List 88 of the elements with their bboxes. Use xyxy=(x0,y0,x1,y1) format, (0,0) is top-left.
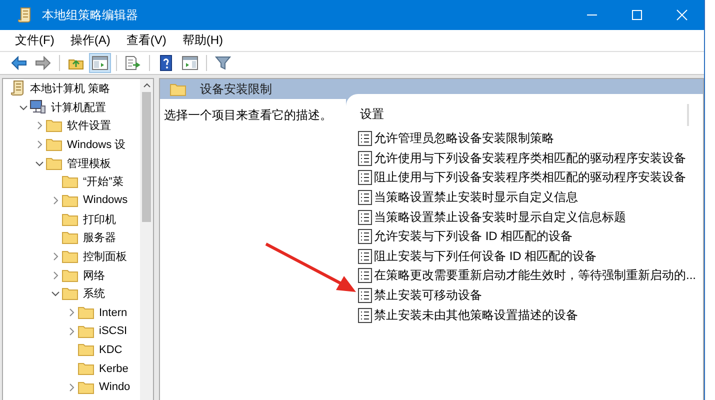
scroll-icon xyxy=(11,80,25,96)
window-title: 本地组策略编辑器 xyxy=(42,6,138,24)
folder-icon xyxy=(78,343,94,356)
folder-icon xyxy=(78,380,94,394)
folder-icon xyxy=(46,119,62,132)
folder-icon xyxy=(62,175,78,188)
policy-setting-icon xyxy=(358,131,372,146)
scroll-up-icon[interactable] xyxy=(142,82,150,88)
maximize-icon xyxy=(630,9,642,21)
tree-item[interactable]: Intern xyxy=(98,306,128,319)
chevron-right-icon[interactable] xyxy=(35,121,44,130)
menu-item[interactable]: 帮助(H) xyxy=(179,31,226,50)
policy-setting-icon xyxy=(358,308,372,323)
window-pane-icon xyxy=(182,56,198,70)
policy-setting[interactable]: 禁止安装可移动设备 xyxy=(374,287,482,304)
chevron-down-icon[interactable] xyxy=(19,102,28,112)
tree-item[interactable]: 网络 xyxy=(82,268,106,283)
tree-item[interactable]: 控制面板 xyxy=(82,249,128,264)
column-header[interactable]: 设置 xyxy=(360,106,384,123)
chevron-down-icon[interactable] xyxy=(51,289,60,298)
chevron-right-icon[interactable] xyxy=(51,196,60,205)
menu-item[interactable]: 操作(A) xyxy=(67,31,114,50)
folder-icon xyxy=(62,287,78,300)
policy-setting-icon xyxy=(358,170,372,186)
policy-setting[interactable]: 禁止安装未由其他策略设置描述的设备 xyxy=(374,306,578,324)
policy-setting-icon xyxy=(358,150,372,166)
policy-setting-icon xyxy=(358,210,372,225)
chevron-right-icon[interactable] xyxy=(51,270,60,280)
chevron-right-icon[interactable] xyxy=(51,252,60,262)
tree-item[interactable]: Kerbe xyxy=(98,362,130,375)
window-pane-icon xyxy=(92,56,108,70)
filter-icon xyxy=(215,56,231,70)
tree-item[interactable]: iSCSI xyxy=(98,325,128,338)
tree-item[interactable]: Windows 设 xyxy=(66,136,127,152)
policy-setting-icon xyxy=(358,288,372,304)
policy-setting-icon xyxy=(358,190,372,206)
description-text: 选择一个项目来查看它的描述。 xyxy=(160,99,346,400)
policy-setting[interactable]: 当策略设置禁止设备安装时显示自定义信息标题 xyxy=(374,208,626,226)
chevron-right-icon[interactable] xyxy=(67,308,76,318)
chevron-right-icon[interactable] xyxy=(35,140,44,149)
tree-item[interactable]: 管理模板 xyxy=(66,156,112,171)
chevron-down-icon[interactable] xyxy=(35,158,44,168)
menu-item[interactable]: 文件(F) xyxy=(12,31,58,50)
close-icon xyxy=(676,9,688,21)
folder-icon xyxy=(62,231,78,244)
tree-item[interactable]: 打印机 xyxy=(82,212,117,227)
folder-icon xyxy=(62,250,78,264)
policy-setting[interactable]: 允许管理员忽略设备安装限制策略 xyxy=(374,130,554,148)
help-icon xyxy=(160,55,172,71)
folder-icon xyxy=(62,268,78,282)
policy-setting[interactable]: 允许使用与下列设备安装程序类相匹配的驱动程序安装设备 xyxy=(374,150,686,167)
policy-setting[interactable]: 阻止使用与下列设备安装程序类相匹配的驱动程序安装设备 xyxy=(374,169,686,186)
policy-setting[interactable]: 在策略更改需要重新启动才能生效时，等待强制重新启动的... xyxy=(374,267,696,284)
tree-item[interactable]: Windo xyxy=(98,381,132,394)
scrollbar[interactable] xyxy=(140,79,153,400)
folder-icon xyxy=(46,138,62,151)
tree-item[interactable]: 系统 xyxy=(82,286,106,302)
chevron-right-icon[interactable] xyxy=(67,326,76,336)
folder-icon xyxy=(78,306,94,320)
tree-item[interactable]: 计算机配置 xyxy=(50,100,107,115)
chevron-right-icon[interactable] xyxy=(67,382,76,392)
scroll-icon xyxy=(18,7,32,23)
computer-icon xyxy=(30,100,46,114)
document-arrow-icon xyxy=(125,56,141,70)
policy-setting-icon xyxy=(358,248,372,264)
tree-item[interactable]: 软件设置 xyxy=(66,118,112,134)
policy-setting[interactable]: 阻止安装与下列任何设备 ID 相匹配的设备 xyxy=(374,248,597,265)
policy-setting-icon xyxy=(358,229,372,244)
menu-item[interactable]: 查看(V) xyxy=(123,31,170,50)
show-tree-button[interactable] xyxy=(89,53,111,73)
tree-item[interactable]: 服务器 xyxy=(82,230,117,246)
folder-icon xyxy=(62,212,78,226)
arrow-right-icon xyxy=(35,56,51,70)
folder-icon xyxy=(78,324,94,338)
folder-icon xyxy=(46,156,62,170)
tree-item[interactable]: “开始”菜 xyxy=(82,174,124,190)
arrow-left-icon xyxy=(11,56,27,70)
action-pane-button[interactable] xyxy=(179,53,201,73)
policy-setting[interactable]: 允许安装与下列设备 ID 相匹配的设备 xyxy=(374,228,573,246)
panel-title: 设备安装限制 xyxy=(200,80,272,98)
tree-item[interactable]: Windows xyxy=(82,194,129,206)
folder-icon xyxy=(62,194,78,207)
tree-item[interactable]: 本地计算机 策略 xyxy=(29,80,112,96)
folder-icon xyxy=(170,82,186,96)
policy-setting[interactable]: 当策略设置禁止安装时显示自定义信息 xyxy=(374,189,578,206)
tree-item[interactable]: KDC xyxy=(98,344,124,356)
policy-setting-icon xyxy=(358,268,372,284)
folder-icon xyxy=(78,362,94,376)
